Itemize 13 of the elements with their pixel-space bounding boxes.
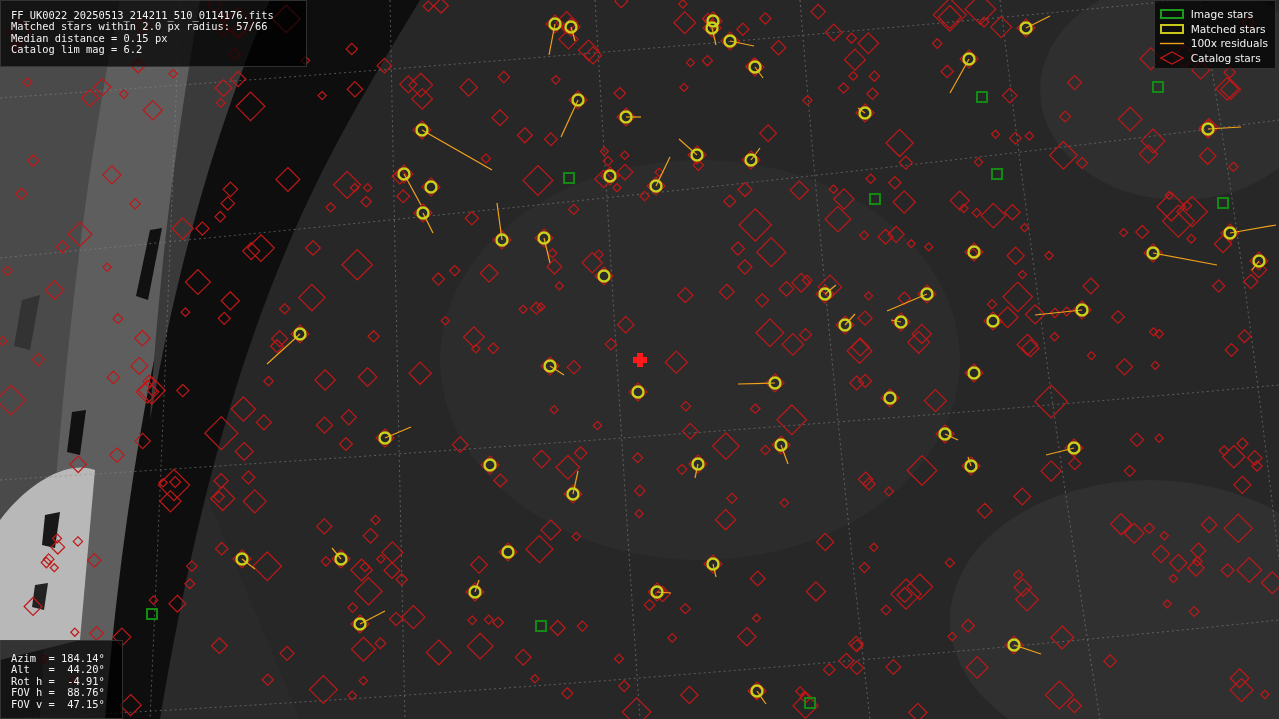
info-text: Matched stars within 2.0 px radius: 57/66	[11, 21, 268, 33]
pointing-text: FOV v = 47.15°	[11, 698, 106, 710]
pointing-text: Azim = 184.14°	[11, 652, 106, 665]
legend-label: Image stars	[1190, 8, 1254, 21]
pointing-text: FOV h = 88.76°	[11, 687, 106, 699]
info-text: Catalog lim mag = 6.2	[11, 44, 144, 56]
info-text: Median distance = 0.15 px	[11, 32, 168, 45]
pointing-text: Rot h = -4.91°	[11, 675, 106, 688]
info-text: FF_UK0022_20250513_214211_510_0114176.fits	[11, 10, 275, 22]
legend-label: 100x residuals	[1190, 37, 1268, 50]
legend-label: Matched stars	[1190, 22, 1266, 35]
legend-label: Catalog stars	[1190, 51, 1261, 64]
pointing-text: Alt = 44.20°	[11, 664, 106, 676]
